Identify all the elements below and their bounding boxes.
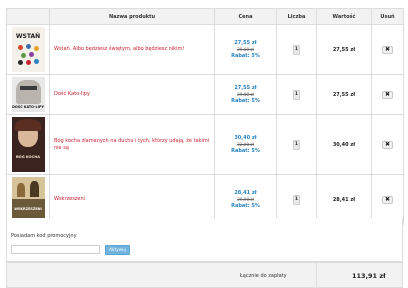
product-image-cell: BÓG KOCHA: [6, 114, 50, 175]
product-image-cell: WSKRZESZENI: [6, 174, 50, 225]
header-delete: Usuń: [371, 8, 404, 25]
value-cell: 30,40 zł: [316, 114, 372, 175]
book-cover-image[interactable]: BÓG KOCHA: [11, 117, 45, 172]
book-cover-image[interactable]: WSKRZESZENI: [11, 177, 45, 222]
product-name-link[interactable]: Wskrzeszeni: [50, 196, 214, 203]
table-row: WSKRZESZENI Wskrzeszeni 28,41 zł 29,90 z…: [6, 174, 404, 225]
quantity-input[interactable]: 1: [293, 89, 300, 100]
current-price: 30,40 zł: [234, 134, 257, 141]
remove-item-button[interactable]: ✖: [382, 140, 393, 149]
close-icon: ✖: [384, 195, 391, 203]
product-name-link[interactable]: Wstań. Albo będziesz świętym, albo będzi…: [50, 46, 214, 53]
remove-item-button[interactable]: ✖: [382, 90, 393, 99]
quantity-cell: 1: [276, 24, 317, 75]
table-header-row: Nazwa produktu Cena Liczba Wartość Usuń: [6, 8, 404, 25]
price-cell: 27,55 zł 29,00 zł Rabat: 5%: [214, 24, 277, 75]
table-row: WSTAŃ Wstań. Albo będziesz świętym, albo…: [6, 24, 404, 75]
total-label: Łącznie do zapłaty: [240, 273, 287, 279]
discount-label: Rabat: 5%: [231, 52, 260, 59]
remove-item-button[interactable]: ✖: [382, 45, 393, 54]
product-image-cell: WSTAŃ: [6, 24, 50, 75]
table-row: DOŚĆ KATO-LIPY Dość Kato-lipy 27,55 zł 2…: [6, 74, 404, 115]
cart-panel: Nazwa produktu Cena Liczba Wartość Usuń …: [6, 8, 404, 288]
table-row: BÓG KOCHA Bóg kocha złamanych na duchu i…: [6, 114, 404, 175]
line-value: 27,55 zł: [332, 91, 356, 98]
quantity-cell: 1: [276, 174, 317, 225]
promo-code-label: Posiadam kod promocyjny: [11, 233, 77, 239]
current-price: 28,41 zł: [234, 189, 257, 196]
total-value: 113,91 zł: [352, 272, 386, 280]
product-name-cell: Dość Kato-lipy: [49, 74, 215, 115]
value-cell: 27,55 zł: [316, 24, 372, 75]
line-value: 30,40 zł: [332, 141, 356, 148]
product-name-link[interactable]: Dość Kato-lipy: [50, 91, 214, 98]
current-price: 27,55 zł: [234, 39, 257, 46]
promo-code-section: Posiadam kod promocyjny Aktywuj: [6, 218, 403, 262]
discount-label: Rabat: 5%: [231, 202, 260, 209]
header-value: Wartość: [316, 8, 372, 25]
close-icon: ✖: [384, 45, 391, 53]
header-product-name: Nazwa produktu: [49, 8, 215, 25]
quantity-input[interactable]: 1: [293, 44, 300, 55]
quantity-input[interactable]: 1: [293, 139, 300, 150]
quantity-cell: 1: [276, 74, 317, 115]
line-value: 28,41 zł: [332, 196, 356, 203]
delete-cell: ✖: [371, 174, 404, 225]
cart-table: Nazwa produktu Cena Liczba Wartość Usuń …: [6, 8, 404, 225]
header-price: Cena: [214, 8, 277, 25]
book-cover-title: WSKRZESZENI: [14, 207, 42, 211]
total-row: Łącznie do zapłaty 113,91 zł: [6, 262, 403, 288]
delete-cell: ✖: [371, 74, 404, 115]
product-name-cell: Wstań. Albo będziesz świętym, albo będzi…: [49, 24, 215, 75]
remove-item-button[interactable]: ✖: [382, 195, 393, 204]
delete-cell: ✖: [371, 114, 404, 175]
price-cell: 27,55 zł 29,00 zł Rabat: 5%: [214, 74, 277, 115]
quantity-input[interactable]: 1: [293, 194, 300, 205]
price-cell: 28,41 zł 29,90 zł Rabat: 5%: [214, 174, 277, 225]
discount-label: Rabat: 5%: [231, 147, 260, 154]
book-cover-title: BÓG KOCHA: [15, 155, 41, 159]
activate-promo-button[interactable]: Aktywuj: [105, 245, 130, 255]
book-cover-title: DOŚĆ KATO-LIPY: [12, 105, 44, 109]
quantity-cell: 1: [276, 114, 317, 175]
price-cell: 30,40 zł 32,00 zł Rabat: 5%: [214, 114, 277, 175]
product-name-link[interactable]: Bóg kocha złamanych na duchu i tych, któ…: [50, 138, 214, 152]
book-cover-image[interactable]: DOŚĆ KATO-LIPY: [11, 77, 45, 112]
promo-code-input[interactable]: [11, 245, 100, 254]
current-price: 27,55 zł: [234, 84, 257, 91]
book-cover-image[interactable]: WSTAŃ: [11, 27, 45, 72]
close-icon: ✖: [384, 140, 391, 148]
product-name-cell: Wskrzeszeni: [49, 174, 215, 225]
header-quantity: Liczba: [276, 8, 317, 25]
close-icon: ✖: [384, 90, 391, 98]
divider: [316, 263, 317, 287]
discount-label: Rabat: 5%: [231, 97, 260, 104]
header-image-column: [6, 8, 50, 25]
value-cell: 28,41 zł: [316, 174, 372, 225]
delete-cell: ✖: [371, 24, 404, 75]
product-name-cell: Bóg kocha złamanych na duchu i tych, któ…: [49, 114, 215, 175]
line-value: 27,55 zł: [332, 46, 356, 53]
value-cell: 27,55 zł: [316, 74, 372, 115]
product-image-cell: DOŚĆ KATO-LIPY: [6, 74, 50, 115]
book-cover-title: WSTAŃ: [15, 33, 41, 40]
